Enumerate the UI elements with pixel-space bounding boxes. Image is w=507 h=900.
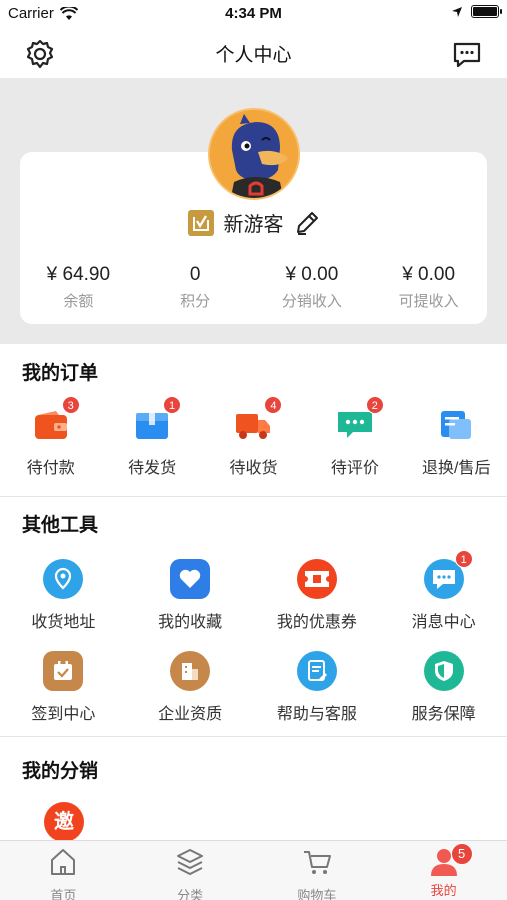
wallet-icon: 3 xyxy=(30,396,80,446)
tool-label: 签到中心 xyxy=(31,706,96,723)
tab-mine[interactable]: 5 我的 xyxy=(380,841,507,900)
tool-message-center[interactable]: 1 消息中心 xyxy=(380,550,507,632)
tool-label: 我的优惠券 xyxy=(276,614,357,631)
profile-name: 新游客 xyxy=(223,214,284,236)
location-arrow-icon xyxy=(452,6,462,17)
home-icon xyxy=(51,849,76,875)
status-bar: Carrier 4:34 PM xyxy=(0,0,507,28)
invite-icon[interactable]: 邀 xyxy=(44,802,84,842)
section-divider xyxy=(0,496,507,497)
message-icon[interactable] xyxy=(451,38,483,70)
stat-points[interactable]: 0 积分 xyxy=(137,264,254,311)
help-doc-icon xyxy=(296,650,338,692)
stat-label: 可提收入 xyxy=(398,293,459,310)
shield-icon xyxy=(423,650,465,692)
tool-shipping-address[interactable]: 收货地址 xyxy=(0,558,127,632)
order-label: 待收货 xyxy=(229,460,278,477)
distribution-section-title: 我的分销 xyxy=(22,761,99,782)
comment-icon: 2 xyxy=(334,396,384,446)
tool-service-guarantee[interactable]: 服务保障 xyxy=(380,650,507,724)
badge-count: 1 xyxy=(163,396,182,414)
orders-grid: 3 待付款 1 待发货 4 待收货 2 待评价 退换/售后 xyxy=(0,396,507,478)
tab-cart[interactable]: 购物车 xyxy=(254,841,381,900)
tool-label: 服务保障 xyxy=(411,706,476,723)
stat-distribution-income[interactable]: ¥ 0.00 分销收入 xyxy=(254,264,371,311)
tab-label: 我的 xyxy=(430,883,457,898)
order-label: 待付款 xyxy=(26,460,75,477)
stat-value: ¥ 0.00 xyxy=(285,264,339,285)
status-time: 4:34 PM xyxy=(225,5,282,22)
stat-withdrawable-income[interactable]: ¥ 0.00 可提收入 xyxy=(370,264,487,311)
building-icon xyxy=(169,650,211,692)
order-label: 退换/售后 xyxy=(422,460,491,477)
badge-count: 1 xyxy=(454,550,473,568)
stat-label: 余额 xyxy=(63,293,94,310)
order-pending-review[interactable]: 2 待评价 xyxy=(304,396,405,478)
calendar-icon xyxy=(42,650,84,692)
invite-glyph: 邀 xyxy=(54,811,74,833)
tools-section-title: 其他工具 xyxy=(22,515,99,536)
stat-value: ¥ 0.00 xyxy=(402,264,456,285)
stat-label: 分销收入 xyxy=(281,293,342,310)
badge-count: 5 xyxy=(450,843,473,865)
coupon-icon xyxy=(296,558,338,600)
tool-label: 我的收藏 xyxy=(158,614,223,631)
tab-label: 分类 xyxy=(177,888,204,900)
avatar-duck-illustration xyxy=(210,110,298,198)
chat-icon: 1 xyxy=(423,550,473,600)
tab-label: 购物车 xyxy=(297,888,337,900)
return-icon xyxy=(435,404,477,446)
location-icon xyxy=(42,558,84,600)
order-label: 待评价 xyxy=(330,460,379,477)
order-pending-shipment[interactable]: 1 待发货 xyxy=(101,396,202,478)
tool-help-service[interactable]: 帮助与客服 xyxy=(254,650,381,724)
box-icon: 1 xyxy=(131,396,182,446)
layers-icon xyxy=(177,849,204,876)
order-pending-payment[interactable]: 3 待付款 xyxy=(0,396,101,478)
profile-stats: ¥ 64.90 余额 0 积分 ¥ 0.00 分销收入 ¥ 0.00 可提收入 xyxy=(20,264,487,311)
stat-value: ¥ 64.90 xyxy=(46,264,111,285)
page-title: 个人中心 xyxy=(215,45,292,66)
tool-check-in[interactable]: 签到中心 xyxy=(0,650,127,724)
tool-label: 企业资质 xyxy=(158,706,223,723)
stat-label: 积分 xyxy=(180,293,211,310)
badge-count: 2 xyxy=(365,396,384,414)
order-pending-receipt[interactable]: 4 待收货 xyxy=(203,396,304,478)
tool-coupons[interactable]: 我的优惠券 xyxy=(254,558,381,632)
status-right xyxy=(451,5,502,18)
order-label: 待发货 xyxy=(128,460,177,477)
heart-icon xyxy=(169,558,211,600)
badge-count: 4 xyxy=(264,396,283,414)
stat-balance[interactable]: ¥ 64.90 余额 xyxy=(20,264,137,311)
tab-bar: 首页 分类 购物车 5 我的 xyxy=(0,840,507,900)
user-icon: 5 xyxy=(429,843,473,877)
badge-count: 3 xyxy=(61,396,80,414)
avatar[interactable] xyxy=(208,108,300,200)
order-after-sales[interactable]: 退换/售后 xyxy=(406,404,507,478)
tools-grid-row-2: 签到中心 企业资质 帮助与客服 服务保障 xyxy=(0,650,507,724)
stat-value: 0 xyxy=(189,264,201,285)
tab-label: 首页 xyxy=(50,888,77,900)
tab-home[interactable]: 首页 xyxy=(0,841,127,900)
vip-badge-icon xyxy=(187,209,214,236)
edit-pencil-icon[interactable] xyxy=(294,210,320,236)
section-divider xyxy=(0,736,507,737)
truck-icon: 4 xyxy=(232,396,283,446)
tool-company-qualification[interactable]: 企业资质 xyxy=(127,650,254,724)
cart-icon xyxy=(303,851,331,874)
orders-section-title: 我的订单 xyxy=(22,363,99,384)
tab-category[interactable]: 分类 xyxy=(127,841,254,900)
tool-label: 消息中心 xyxy=(411,614,476,631)
profile-name-row: 新游客 xyxy=(0,208,507,237)
tool-favorites[interactable]: 我的收藏 xyxy=(127,558,254,632)
battery-icon xyxy=(471,5,502,18)
tools-grid-row-1: 收货地址 我的收藏 我的优惠券 1 消息中心 xyxy=(0,550,507,632)
tool-label: 帮助与客服 xyxy=(276,706,357,723)
tool-label: 收货地址 xyxy=(31,614,96,631)
nav-bar: 个人中心 xyxy=(0,28,507,78)
